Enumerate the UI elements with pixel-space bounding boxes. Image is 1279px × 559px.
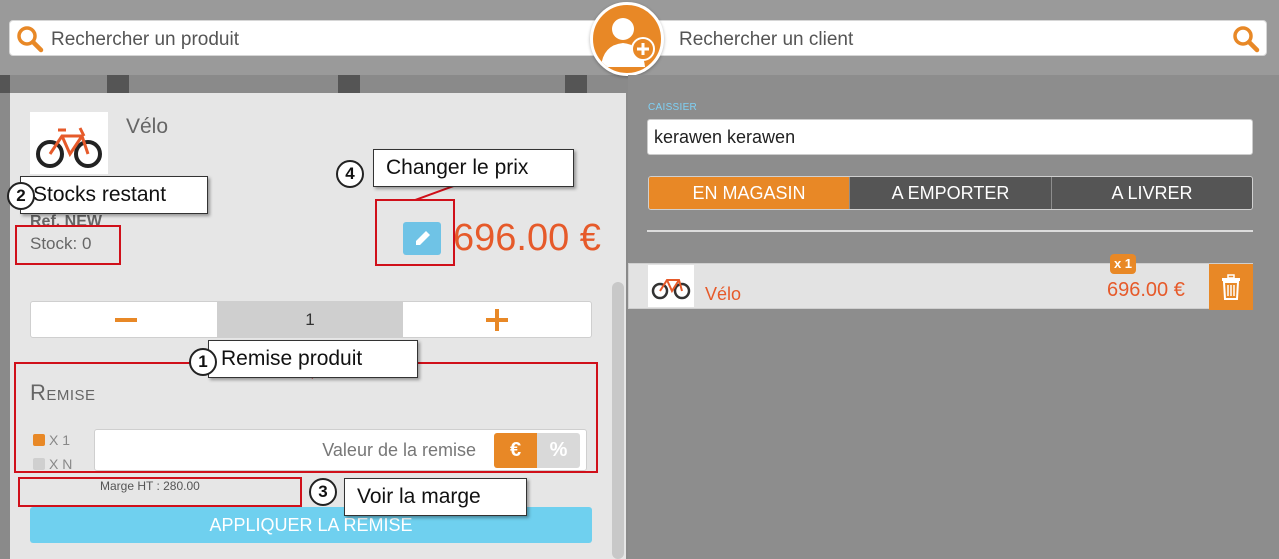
cashier-label: CAISSIER: [648, 102, 698, 113]
annotation-number-1: 1: [189, 348, 217, 376]
remove-item-button[interactable]: [1209, 264, 1253, 310]
annotation-highlight-discount: [14, 362, 598, 473]
cart-item[interactable]: Vélo x 1 696.00 €: [628, 254, 1253, 310]
cart-item-price: 696.00 €: [1107, 279, 1185, 301]
decrease-quantity-button[interactable]: [31, 302, 217, 337]
cashier-select[interactable]: kerawen kerawen: [647, 119, 1253, 155]
client-search-input[interactable]: Rechercher un client: [650, 20, 1267, 56]
add-user-icon: [601, 18, 655, 67]
product-price: 696.00 €: [453, 217, 601, 259]
add-customer-button[interactable]: [590, 2, 664, 76]
quantity-stepper: 1: [30, 301, 592, 338]
product-image: [30, 112, 108, 174]
annotation-number-3: 3: [309, 478, 337, 506]
annotation-number-2: 2: [7, 182, 35, 210]
bicycle-icon: [36, 127, 102, 168]
increase-quantity-button[interactable]: [403, 302, 591, 337]
tab-a-emporter[interactable]: A EMPORTER: [850, 177, 1051, 209]
client-search-placeholder: Rechercher un client: [679, 29, 854, 50]
plus-icon-vertical: [495, 309, 499, 331]
background-strip: [338, 75, 360, 93]
search-icon[interactable]: [16, 25, 44, 53]
trash-icon: [1222, 274, 1240, 300]
annotation-number-4: 4: [336, 160, 364, 188]
product-search-input[interactable]: Rechercher un produit: [9, 20, 611, 56]
annotation-highlight-stock: [15, 225, 121, 265]
cart-item-name: Vélo: [705, 284, 742, 304]
search-icon[interactable]: [1232, 25, 1260, 53]
cart-item-quantity-badge: x 1: [1110, 254, 1136, 274]
quantity-value[interactable]: 1: [217, 302, 403, 337]
tab-en-magasin[interactable]: EN MAGASIN: [649, 177, 849, 209]
annotation-label-discount: Remise produit: [208, 340, 418, 378]
cart-panel: CAISSIER kerawen kerawen EN MAGASIN A EM…: [628, 75, 1279, 559]
tab-a-livrer[interactable]: A LIVRER: [1052, 177, 1252, 209]
annotation-label-margin: Voir la marge: [344, 478, 527, 516]
product-name: Vélo: [126, 115, 169, 138]
delivery-mode-tabs: EN MAGASIN A EMPORTER A LIVRER: [648, 176, 1253, 210]
annotation-highlight-price-edit: [375, 199, 455, 266]
background-strip: [565, 75, 587, 93]
product-search-placeholder: Rechercher un produit: [51, 29, 239, 50]
background-strip: [107, 75, 129, 93]
scrollbar[interactable]: [612, 282, 624, 559]
divider: [647, 230, 1253, 232]
annotation-label-price: Changer le prix: [373, 149, 574, 187]
annotation-label-stocks: Stocks restant: [20, 176, 208, 214]
background-strip: [0, 75, 10, 93]
annotation-highlight-margin: [18, 477, 302, 507]
cart-item-image: [648, 265, 694, 307]
bicycle-icon: [651, 279, 691, 300]
minus-icon: [115, 318, 137, 322]
